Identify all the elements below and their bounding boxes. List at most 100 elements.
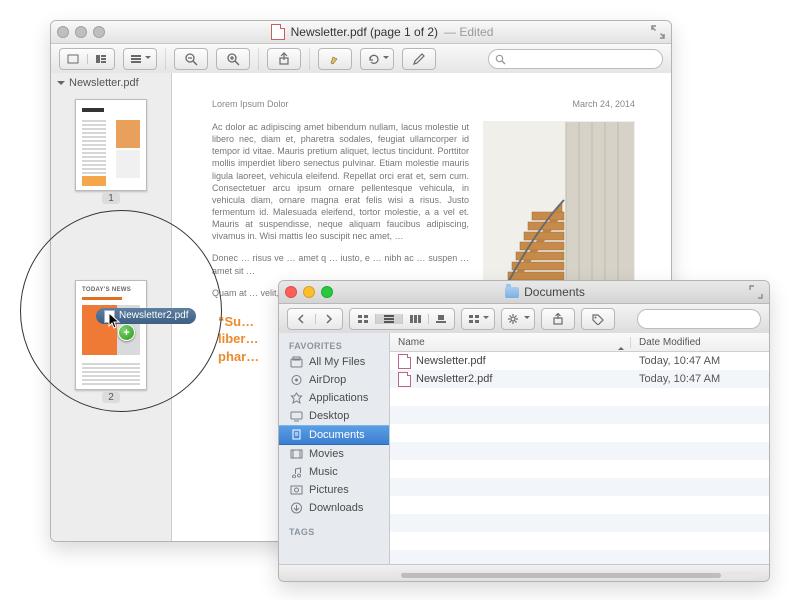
tag-icon [591, 313, 605, 325]
pencil-icon [412, 52, 426, 66]
music-icon [289, 466, 303, 478]
zoom-icon[interactable] [321, 286, 333, 298]
preview-toolbar [51, 44, 671, 75]
pictures-icon [289, 484, 303, 496]
fullscreen-icon[interactable] [749, 285, 763, 299]
sidebar-item-applications[interactable]: Applications [279, 389, 389, 407]
search-icon [495, 54, 506, 65]
preview-search-input[interactable] [510, 52, 656, 66]
sidebar-item-movies[interactable]: Movies [279, 445, 389, 463]
thumbnail-2-title: TODAY'S NEWS [82, 287, 140, 295]
finder-titlebar[interactable]: Documents [279, 281, 769, 304]
coverflow-view-button[interactable] [429, 314, 454, 324]
file-date: Today, 10:47 AM [631, 355, 769, 367]
preview-search-field[interactable] [488, 49, 663, 69]
rotate-dropdown[interactable] [360, 48, 394, 70]
sidebar-item-label: Pictures [309, 484, 349, 496]
back-button[interactable] [288, 314, 316, 324]
view-options-dropdown[interactable] [123, 48, 157, 70]
sidebar-item-airdrop[interactable]: AirDrop [279, 371, 389, 389]
applications-icon [289, 392, 303, 404]
column-header-date[interactable]: Date Modified [630, 337, 769, 348]
file-row[interactable]: Newsletter2.pdf Today, 10:47 AM [390, 370, 769, 388]
markup-button[interactable] [402, 48, 436, 70]
sidebar-item-downloads[interactable]: Downloads [279, 499, 389, 517]
share-icon [551, 313, 565, 325]
pdf-file-icon [398, 372, 411, 387]
sidebar-item-label: Applications [309, 392, 368, 404]
minimize-icon[interactable] [303, 286, 315, 298]
sidebar-item-label: AirDrop [309, 374, 346, 386]
view-switcher[interactable] [349, 308, 455, 330]
close-icon[interactable] [285, 286, 297, 298]
column-header-name[interactable]: Name [390, 337, 630, 348]
highlight-icon [328, 52, 342, 66]
folder-icon [505, 287, 519, 298]
empty-list-area[interactable] [390, 388, 769, 565]
drag-proxy-label: Newsletter2.pdf [119, 308, 188, 324]
sidebar-item-desktop[interactable]: Desktop [279, 407, 389, 425]
tags-button[interactable] [581, 308, 615, 330]
view-mode-segmented[interactable] [59, 48, 115, 70]
finder-search-field[interactable] [637, 309, 761, 329]
finder-search-input[interactable] [648, 312, 770, 326]
sidebar-item-label: Movies [309, 448, 344, 460]
horizontal-scrollbar[interactable] [399, 572, 755, 579]
sidebar-file-header[interactable]: Newsletter.pdf [51, 73, 171, 93]
columns-icon [409, 314, 421, 324]
sidebar-item-music[interactable]: Music [279, 463, 389, 481]
sidebar-item-label: Documents [309, 429, 365, 441]
share-dropdown[interactable] [541, 308, 575, 330]
zoom-out-button[interactable] [174, 48, 208, 70]
view-thumbnails-icon[interactable] [88, 54, 115, 64]
pdf-file-icon [271, 24, 285, 40]
file-row[interactable]: Newsletter.pdf Today, 10:47 AM [390, 352, 769, 370]
highlight-button[interactable] [318, 48, 352, 70]
documents-icon [289, 429, 303, 441]
rotate-icon [366, 52, 380, 66]
forward-button[interactable] [316, 314, 343, 324]
minimize-icon[interactable] [75, 26, 87, 38]
finder-window-title: Documents [524, 285, 585, 299]
body-paragraph-2: Donec … risus ve … amet q … iusto, e … n… [212, 252, 469, 276]
icon-view-button[interactable] [350, 314, 376, 324]
page-thumbnail-2[interactable]: TODAY'S NEWS [75, 280, 147, 390]
sidebar-item-all-my-files[interactable]: All My Files [279, 353, 389, 371]
downloads-icon [289, 502, 303, 514]
disclosure-triangle-icon[interactable] [57, 81, 65, 89]
column-view-button[interactable] [403, 314, 429, 324]
share-button[interactable] [267, 48, 301, 70]
nav-back-forward[interactable] [287, 308, 343, 330]
page-date: March 24, 2014 [572, 99, 635, 109]
arrange-icon [468, 314, 480, 324]
file-name: Newsletter2.pdf [416, 373, 492, 385]
close-icon[interactable] [57, 26, 69, 38]
pdf-file-icon [398, 354, 411, 369]
all-my-files-icon [289, 356, 303, 368]
list-icon [130, 54, 142, 64]
scrollbar-thumb[interactable] [401, 573, 721, 578]
sidebar-item-label: Downloads [309, 502, 363, 514]
zoom-icon[interactable] [93, 26, 105, 38]
view-continuous-icon[interactable] [60, 54, 88, 64]
fullscreen-icon[interactable] [651, 25, 665, 39]
page-thumbnail-1[interactable] [75, 99, 147, 191]
column-headers[interactable]: Name Date Modified [390, 333, 769, 352]
grid-icon [357, 314, 369, 324]
window-title: Newsletter.pdf (page 1 of 2) [291, 25, 438, 39]
finder-sidebar: FAVORITES All My Files AirDrop Applicati… [279, 333, 390, 565]
running-head: Lorem Ipsum Dolor [212, 99, 289, 109]
arrange-dropdown[interactable] [461, 308, 495, 330]
sidebar-item-label: Music [309, 466, 338, 478]
zoom-in-button[interactable] [216, 48, 250, 70]
file-name: Newsletter.pdf [416, 355, 486, 367]
finder-toolbar [279, 304, 769, 335]
action-dropdown[interactable] [501, 308, 535, 330]
sidebar-item-documents[interactable]: Documents [279, 425, 389, 445]
file-list: Name Date Modified Newsletter.pdf Today,… [390, 333, 769, 565]
preview-titlebar[interactable]: Newsletter.pdf (page 1 of 2) — Edited [51, 21, 671, 44]
list-view-button[interactable] [376, 314, 402, 324]
body-paragraph-1: Ac dolor ac adipiscing amet bibendum nul… [212, 121, 469, 242]
sidebar-item-pictures[interactable]: Pictures [279, 481, 389, 499]
movies-icon [289, 448, 303, 460]
